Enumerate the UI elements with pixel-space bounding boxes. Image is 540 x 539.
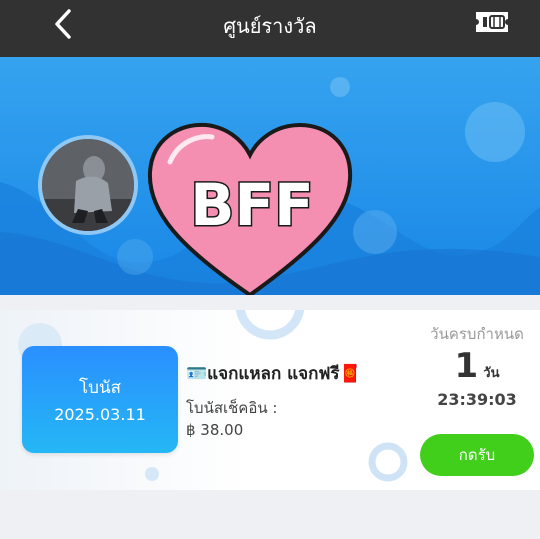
days-unit: วัน (483, 366, 500, 381)
days-remaining: 1 วัน (414, 346, 540, 386)
deadline-label: วันครบกำหนด (430, 325, 524, 343)
ticket-icon (476, 12, 508, 32)
bonus-badge: โบนัส 2025.03.11 (22, 346, 178, 453)
bonus-label: โบนัส (79, 378, 121, 398)
claim-button[interactable]: กดรับ (420, 434, 534, 476)
promo-name: 🪪แจกแหลก แจกฟรี🧧 (186, 364, 361, 384)
promo-subtitle: โบนัสเช็คอิน : (186, 399, 278, 417)
profile-banner: BFF (0, 57, 540, 295)
page-title: ศูนย์รางวัล (223, 14, 317, 38)
time-remaining: 23:39:03 (437, 390, 517, 409)
reward-info: โบนัส 2025.03.11 🪪แจกแหลก แจกฟรี🧧 โบนัสเ… (0, 310, 414, 490)
heart-text: BFF (190, 171, 313, 239)
avatar[interactable] (38, 135, 138, 235)
ticket-button[interactable] (472, 9, 512, 35)
avatar-photo (42, 139, 134, 231)
promo-amount: ฿ 38.00 (186, 421, 244, 439)
bonus-date: 2025.03.11 (54, 405, 146, 424)
days-value: 1 (454, 346, 479, 386)
top-bar: ศูนย์รางวัล (0, 0, 540, 57)
reward-card: โบนัส 2025.03.11 🪪แจกแหลก แจกฟรี🧧 โบนัสเ… (0, 310, 540, 490)
deadline-panel: วันครบกำหนด 1 วัน 23:39:03 กดรับ (414, 310, 540, 490)
bff-heart-sticker: BFF (147, 122, 353, 295)
